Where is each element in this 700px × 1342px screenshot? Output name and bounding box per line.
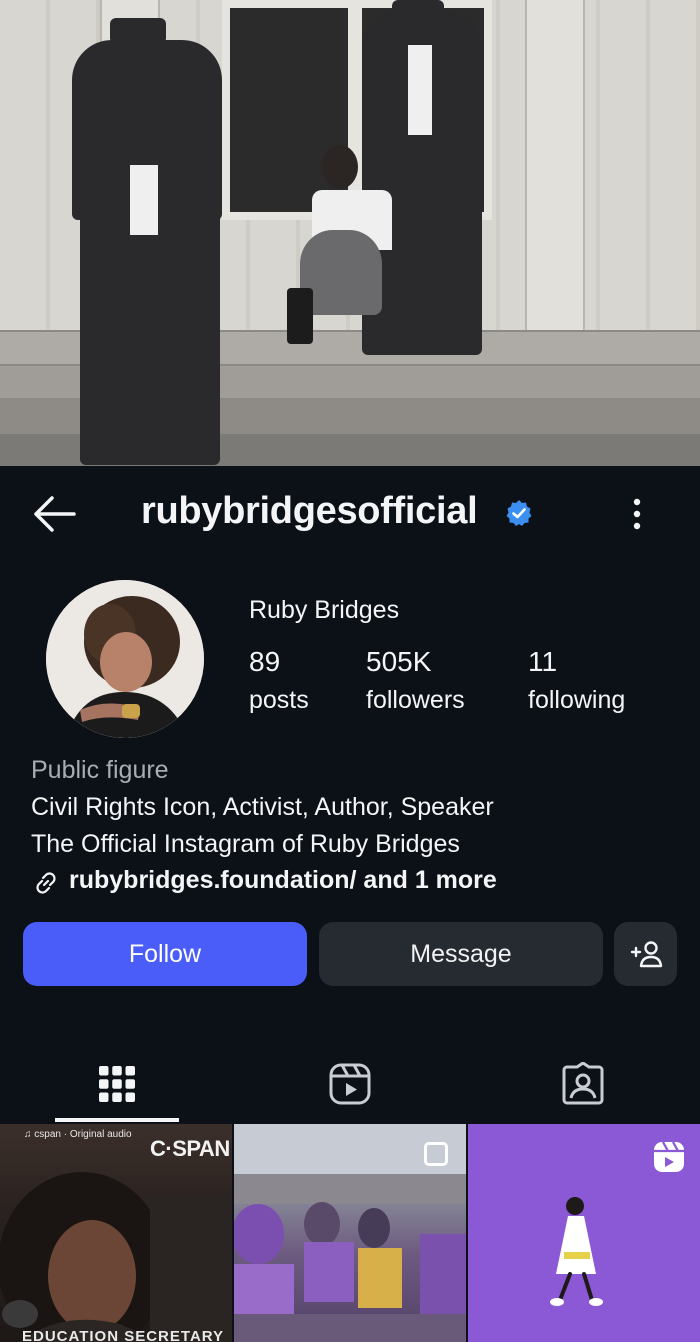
cspan-logo: C·SPAN [150,1136,230,1161]
shirt [408,45,432,135]
profile-panel: rubybridgesofficial Ruby Bridges 89 post… [0,466,700,1342]
more-options-button[interactable] [620,492,654,536]
bio-link-text: rubybridges.foundation/ and 1 more [69,866,497,894]
tab-tagged[interactable] [466,1046,700,1122]
pillar [525,0,585,330]
stat-label: followers [366,686,465,714]
profile-avatar[interactable] [46,580,204,738]
post-thumbnail[interactable]: ♫ cspan · Original audio C·SPAN EDUCATIO… [0,1124,232,1342]
profile-category: Public figure [31,756,169,784]
active-tab-indicator [55,1118,179,1122]
stat-value: 11 [528,646,558,677]
tagged-icon [562,1062,604,1105]
suggest-users-button[interactable] [614,922,677,986]
message-button[interactable]: Message [319,922,603,986]
carousel-icon [424,1142,448,1166]
bio-line: The Official Instagram of Ruby Bridges [31,830,460,858]
post-thumbnail[interactable] [234,1124,466,1342]
hat [392,0,444,24]
stat-value: 505K [366,646,432,677]
profile-username: rubybridgesofficial [141,490,478,532]
header-photo [0,0,700,466]
add-user-icon [630,941,662,968]
follow-button[interactable]: Follow [23,922,307,986]
posts-grid: ♫ cspan · Original audio C·SPAN EDUCATIO… [0,1124,700,1342]
stat-posts[interactable]: 89 posts [249,646,309,715]
bio-line: Civil Rights Icon, Activist, Author, Spe… [31,793,494,821]
more-vertical-icon [633,498,641,530]
tab-posts-grid[interactable] [0,1046,234,1122]
link-icon [36,872,56,894]
display-name: Ruby Bridges [249,596,400,624]
profile-header: rubybridgesofficial [0,466,700,562]
tab-reels[interactable] [233,1046,467,1122]
school-bag [287,288,313,344]
hat [110,18,166,44]
shirt [130,165,158,235]
girl-head [322,145,358,189]
arrow-left-icon [34,496,76,532]
avatar-photo [46,580,204,738]
audio-label: ♫ cspan · Original audio [24,1129,132,1140]
verified-badge-icon [506,500,532,526]
stat-value: 89 [249,646,281,677]
stat-label: posts [249,686,309,714]
reels-icon [329,1063,371,1105]
stat-following[interactable]: 11 following [528,646,625,715]
back-button[interactable] [30,492,78,536]
reels-icon [654,1141,684,1172]
video-caption: EDUCATION SECRETARY [22,1328,225,1342]
profile-tabs [0,1046,700,1122]
grid-icon [99,1066,135,1102]
post-thumbnail[interactable] [468,1124,700,1342]
stat-label: following [528,686,626,714]
stat-followers[interactable]: 505K followers [366,646,465,715]
